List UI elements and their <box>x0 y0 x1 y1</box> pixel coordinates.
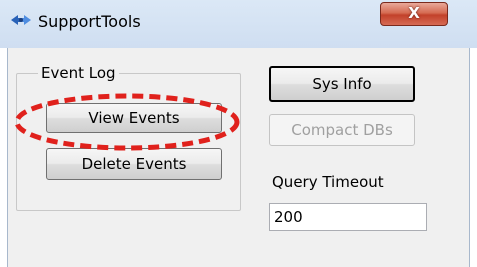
view-events-button[interactable]: View Events <box>46 103 222 133</box>
title-bar[interactable]: SupportTools X <box>0 0 477 48</box>
window-title: SupportTools <box>38 12 141 31</box>
query-timeout-label: Query Timeout <box>272 173 384 191</box>
delete-events-button[interactable]: Delete Events <box>46 148 222 180</box>
event-log-group <box>16 73 241 211</box>
supporttools-app-icon <box>11 15 31 25</box>
close-icon: X <box>408 4 420 22</box>
event-log-group-label: Event Log <box>38 64 119 82</box>
query-timeout-input[interactable] <box>269 203 427 231</box>
close-button[interactable]: X <box>380 2 448 26</box>
sys-info-button[interactable]: Sys Info <box>269 66 415 102</box>
compact-dbs-button[interactable]: Compact DBs <box>269 114 415 146</box>
